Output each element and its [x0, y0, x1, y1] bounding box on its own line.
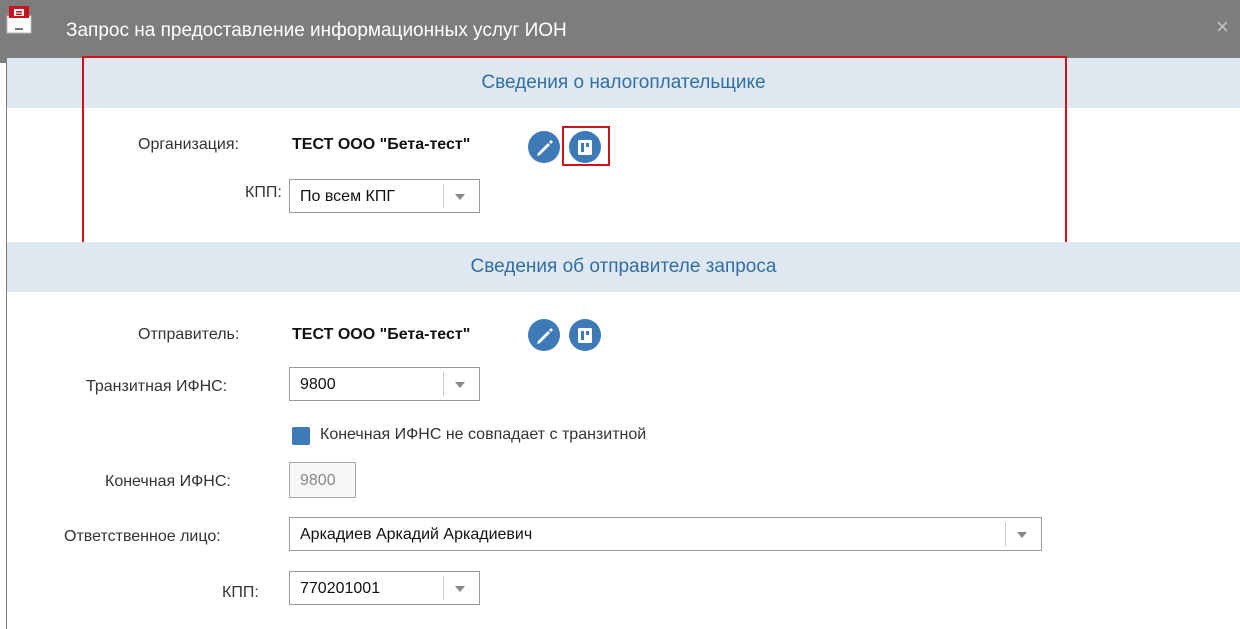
transit-ifns-select[interactable]: 9800 — [289, 367, 480, 401]
sender-label: Отправитель: — [138, 326, 240, 343]
final-ifns-checkbox-label[interactable]: Конечная ИФНС не совпадает с транзитной — [320, 426, 646, 444]
sender-kpp-value: 770201001 — [300, 580, 381, 597]
chevron-down-icon[interactable] — [1005, 522, 1038, 546]
final-ifns-label: Конечная ИФНС: — [105, 473, 231, 490]
transit-ifns-value: 9800 — [300, 376, 336, 393]
responsible-person-select[interactable]: Аркадиев Аркадий Аркадиевич — [289, 517, 1042, 551]
final-ifns-value: 9800 — [300, 472, 336, 489]
window-title: Запрос на предоставление информационных … — [66, 20, 567, 41]
report-book-icon — [6, 4, 32, 34]
chevron-down-icon[interactable] — [443, 372, 476, 396]
sender-section-header: Сведения об отправителе запроса — [7, 242, 1240, 292]
transit-ifns-label: Транзитная ИФНС: — [86, 378, 228, 395]
highlight-card-icon — [562, 126, 610, 166]
sender-kpp-select[interactable]: 770201001 — [289, 571, 480, 605]
sender-kpp-label: КПП: — [222, 584, 259, 601]
pencil-icon[interactable] — [528, 319, 560, 351]
close-icon[interactable]: × — [1216, 16, 1229, 38]
card-icon[interactable] — [569, 319, 601, 351]
final-ifns-field: 9800 — [289, 462, 356, 498]
chevron-down-icon[interactable] — [443, 576, 476, 600]
dialog-left-border — [6, 63, 7, 629]
responsible-person-label: Ответственное лицо: — [64, 528, 221, 545]
sender-value: ТЕСТ ООО "Бета-тест" — [292, 326, 471, 343]
final-ifns-checkbox[interactable] — [292, 427, 310, 445]
responsible-person-value: Аркадиев Аркадий Аркадиевич — [300, 526, 533, 543]
title-bar: Запрос на предоставление информационных … — [0, 0, 1240, 63]
